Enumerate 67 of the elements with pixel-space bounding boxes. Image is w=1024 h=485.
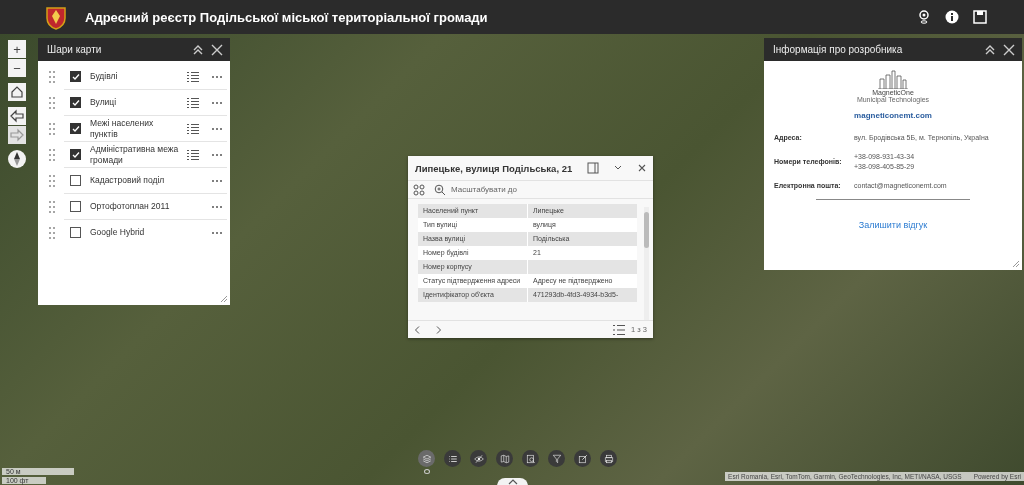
popup-title: Липецьке, вулиця Подільська, 21 xyxy=(415,162,573,174)
grid-icon[interactable] xyxy=(413,183,425,196)
zoom-in-button[interactable]: + xyxy=(8,40,26,58)
zoom-to-button[interactable]: Масштабувати до xyxy=(434,183,517,196)
chevron-up-icon xyxy=(507,479,518,485)
layer-checkbox[interactable] xyxy=(70,175,81,186)
layer-checkbox[interactable] xyxy=(70,201,81,212)
layer-name[interactable]: Кадастровий поділ xyxy=(90,175,181,186)
panel-title: Шари карти xyxy=(47,44,103,55)
back-arrow-icon[interactable] xyxy=(9,108,25,124)
home-icon[interactable] xyxy=(9,84,25,100)
drag-handle-icon[interactable] xyxy=(49,175,55,187)
resize-handle-icon[interactable] xyxy=(218,293,228,303)
save-icon[interactable] xyxy=(972,9,988,25)
feature-list-icon[interactable] xyxy=(613,323,626,336)
legend-list-icon[interactable] xyxy=(187,148,199,161)
edit-icon xyxy=(577,453,588,464)
expand-tab[interactable] xyxy=(497,478,528,485)
printer-icon xyxy=(603,453,614,464)
more-options-icon[interactable] xyxy=(211,74,223,79)
layer-name[interactable]: Ортофотоплан 2011 xyxy=(90,201,181,212)
layer-checkbox[interactable] xyxy=(70,71,81,82)
zoom-in-icon xyxy=(434,183,446,196)
layer-name[interactable]: Межі населених пунктів xyxy=(90,117,181,140)
more-options-icon[interactable] xyxy=(211,126,223,131)
more-options-icon[interactable] xyxy=(211,100,223,105)
account-icon[interactable] xyxy=(916,9,932,25)
feedback-link[interactable]: Залишити відгук xyxy=(858,220,928,230)
city-skyline-logo xyxy=(878,69,908,89)
coat-of-arms-logo xyxy=(45,4,67,30)
dock-icon[interactable] xyxy=(587,162,599,174)
drag-handle-icon[interactable] xyxy=(49,149,55,161)
eye-slash-icon xyxy=(473,453,484,464)
layer-checkbox[interactable] xyxy=(70,149,81,160)
scrollbar[interactable] xyxy=(644,207,649,320)
layer-name[interactable]: Google Hybrid xyxy=(90,227,181,238)
app-title: Адресний реєстр Подільської міської територіальної громади xyxy=(85,9,489,25)
layer-checkbox[interactable] xyxy=(70,227,81,238)
layer-checkbox[interactable] xyxy=(70,123,81,134)
document-search-icon xyxy=(525,453,536,464)
drag-handle-icon[interactable] xyxy=(49,123,55,135)
layers-icon xyxy=(421,453,432,464)
info-icon[interactable] xyxy=(944,9,960,25)
drag-handle-icon[interactable] xyxy=(49,201,55,213)
filter-icon xyxy=(551,453,562,464)
drag-handle-icon[interactable] xyxy=(49,97,55,109)
legend-list-icon[interactable] xyxy=(187,70,199,83)
chevron-down-icon[interactable] xyxy=(613,165,623,171)
drag-handle-icon[interactable] xyxy=(49,71,55,83)
layer-name[interactable]: Адміністративна межа громади xyxy=(90,143,181,166)
close-icon[interactable] xyxy=(637,163,647,173)
zoom-out-button[interactable]: − xyxy=(8,59,26,77)
panel-title: Інформація про розробника xyxy=(773,44,904,55)
layer-name[interactable]: Будівлі xyxy=(90,71,181,82)
drag-handle-icon[interactable] xyxy=(49,226,55,239)
layer-checkbox[interactable] xyxy=(70,97,81,108)
list-icon xyxy=(447,453,458,464)
layer-name[interactable]: Вулиці xyxy=(90,97,181,108)
legend-list-icon[interactable] xyxy=(187,122,199,135)
map-icon xyxy=(499,453,510,464)
legend-list-icon[interactable] xyxy=(187,96,199,109)
more-options-icon[interactable] xyxy=(211,152,223,157)
resize-handle-icon[interactable] xyxy=(1010,258,1020,268)
more-options-icon[interactable] xyxy=(211,230,223,235)
more-options-icon[interactable] xyxy=(211,204,223,209)
more-options-icon[interactable] xyxy=(211,178,223,183)
website-link[interactable]: magneticonemt.com xyxy=(854,111,932,120)
